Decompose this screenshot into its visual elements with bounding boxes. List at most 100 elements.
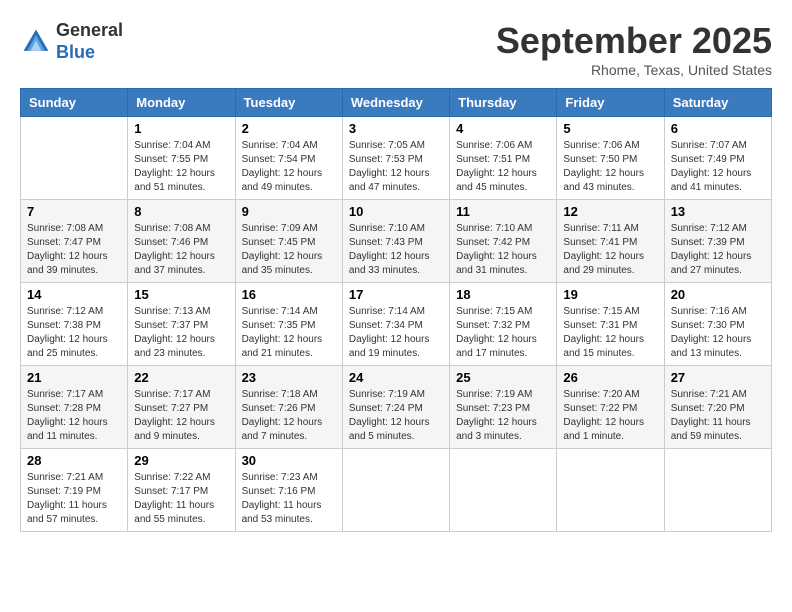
- weekday-header: Friday: [557, 89, 664, 117]
- day-number: 11: [456, 204, 550, 219]
- day-info: Sunrise: 7:18 AMSunset: 7:26 PMDaylight:…: [242, 388, 336, 444]
- calendar-cell: 1 Sunrise: 7:04 AMSunset: 7:55 PMDaylight…: [128, 117, 235, 200]
- day-number: 28: [27, 453, 121, 468]
- weekday-header: Tuesday: [235, 89, 342, 117]
- calendar-cell: 3 Sunrise: 7:05 AMSunset: 7:53 PMDaylight…: [342, 117, 449, 200]
- day-number: 5: [563, 121, 657, 136]
- day-number: 12: [563, 204, 657, 219]
- calendar-week-row: 7 Sunrise: 7:08 AMSunset: 7:47 PMDaylight…: [21, 200, 772, 283]
- day-number: 25: [456, 370, 550, 385]
- calendar-cell: [450, 449, 557, 532]
- day-info: Sunrise: 7:08 AMSunset: 7:47 PMDaylight:…: [27, 222, 121, 278]
- weekday-header: Sunday: [21, 89, 128, 117]
- day-info: Sunrise: 7:10 AMSunset: 7:43 PMDaylight:…: [349, 222, 443, 278]
- day-info: Sunrise: 7:06 AMSunset: 7:51 PMDaylight:…: [456, 139, 550, 195]
- day-number: 19: [563, 287, 657, 302]
- day-info: Sunrise: 7:23 AMSunset: 7:16 PMDaylight:…: [242, 471, 336, 527]
- calendar-cell: 16 Sunrise: 7:14 AMSunset: 7:35 PMDayligh…: [235, 283, 342, 366]
- calendar-cell: 28 Sunrise: 7:21 AMSunset: 7:19 PMDayligh…: [21, 449, 128, 532]
- day-number: 24: [349, 370, 443, 385]
- day-number: 29: [134, 453, 228, 468]
- calendar-cell: [557, 449, 664, 532]
- calendar-cell: 18 Sunrise: 7:15 AMSunset: 7:32 PMDayligh…: [450, 283, 557, 366]
- day-number: 3: [349, 121, 443, 136]
- day-number: 15: [134, 287, 228, 302]
- calendar-cell: 9Sunrise: 7:09 AMSunset: 7:45 PMDaylight…: [235, 200, 342, 283]
- weekday-header: Thursday: [450, 89, 557, 117]
- calendar-cell: 11 Sunrise: 7:10 AMSunset: 7:42 PMDayligh…: [450, 200, 557, 283]
- calendar-cell: 13 Sunrise: 7:12 AMSunset: 7:39 PMDayligh…: [664, 200, 771, 283]
- day-number: 16: [242, 287, 336, 302]
- calendar-cell: 8 Sunrise: 7:08 AMSunset: 7:46 PMDaylight…: [128, 200, 235, 283]
- calendar-cell: 17 Sunrise: 7:14 AMSunset: 7:34 PMDayligh…: [342, 283, 449, 366]
- calendar-cell: [342, 449, 449, 532]
- day-info: Sunrise: 7:14 AMSunset: 7:35 PMDaylight:…: [242, 305, 336, 361]
- day-info: Sunrise: 7:07 AMSunset: 7:49 PMDaylight:…: [671, 139, 765, 195]
- calendar-cell: 4 Sunrise: 7:06 AMSunset: 7:51 PMDaylight…: [450, 117, 557, 200]
- day-number: 14: [27, 287, 121, 302]
- calendar-table: SundayMondayTuesdayWednesdayThursdayFrid…: [20, 88, 772, 532]
- day-info: Sunrise: 7:13 AMSunset: 7:37 PMDaylight:…: [134, 305, 228, 361]
- day-number: 2: [242, 121, 336, 136]
- logo: General Blue: [20, 20, 123, 63]
- day-info: Sunrise: 7:09 AMSunset: 7:45 PMDaylight:…: [242, 222, 336, 278]
- day-number: 23: [242, 370, 336, 385]
- day-number: 1: [134, 121, 228, 136]
- day-number: 4: [456, 121, 550, 136]
- calendar-week-row: 21 Sunrise: 7:17 AMSunset: 7:28 PMDayligh…: [21, 366, 772, 449]
- calendar-cell: 2Sunrise: 7:04 AMSunset: 7:54 PMDaylight…: [235, 117, 342, 200]
- calendar-week-row: 14Sunrise: 7:12 AMSunset: 7:38 PMDayligh…: [21, 283, 772, 366]
- day-info: Sunrise: 7:17 AMSunset: 7:28 PMDaylight:…: [27, 388, 121, 444]
- day-info: Sunrise: 7:21 AMSunset: 7:19 PMDaylight:…: [27, 471, 121, 527]
- day-info: Sunrise: 7:20 AMSunset: 7:22 PMDaylight:…: [563, 388, 657, 444]
- calendar-cell: 19 Sunrise: 7:15 AMSunset: 7:31 PMDayligh…: [557, 283, 664, 366]
- day-number: 7: [27, 204, 121, 219]
- day-info: Sunrise: 7:14 AMSunset: 7:34 PMDaylight:…: [349, 305, 443, 361]
- calendar-week-row: 1 Sunrise: 7:04 AMSunset: 7:55 PMDaylight…: [21, 117, 772, 200]
- day-info: Sunrise: 7:22 AMSunset: 7:17 PMDaylight:…: [134, 471, 228, 527]
- day-info: Sunrise: 7:15 AMSunset: 7:31 PMDaylight:…: [563, 305, 657, 361]
- logo-blue-text: Blue: [56, 42, 95, 62]
- calendar-cell: 21 Sunrise: 7:17 AMSunset: 7:28 PMDayligh…: [21, 366, 128, 449]
- day-number: 21: [27, 370, 121, 385]
- calendar-cell: 23 Sunrise: 7:18 AMSunset: 7:26 PMDayligh…: [235, 366, 342, 449]
- calendar-cell: 14Sunrise: 7:12 AMSunset: 7:38 PMDayligh…: [21, 283, 128, 366]
- day-info: Sunrise: 7:06 AMSunset: 7:50 PMDaylight:…: [563, 139, 657, 195]
- calendar-cell: 29 Sunrise: 7:22 AMSunset: 7:17 PMDayligh…: [128, 449, 235, 532]
- weekday-header: Saturday: [664, 89, 771, 117]
- title-block: September 2025 Rhome, Texas, United Stat…: [496, 20, 772, 78]
- day-info: Sunrise: 7:08 AMSunset: 7:46 PMDaylight:…: [134, 222, 228, 278]
- day-number: 30: [242, 453, 336, 468]
- day-info: Sunrise: 7:17 AMSunset: 7:27 PMDaylight:…: [134, 388, 228, 444]
- logo-icon: [20, 26, 52, 58]
- calendar-cell: 10 Sunrise: 7:10 AMSunset: 7:43 PMDayligh…: [342, 200, 449, 283]
- day-number: 18: [456, 287, 550, 302]
- day-info: Sunrise: 7:15 AMSunset: 7:32 PMDaylight:…: [456, 305, 550, 361]
- day-info: Sunrise: 7:05 AMSunset: 7:53 PMDaylight:…: [349, 139, 443, 195]
- calendar-cell: 20 Sunrise: 7:16 AMSunset: 7:30 PMDayligh…: [664, 283, 771, 366]
- day-info: Sunrise: 7:12 AMSunset: 7:39 PMDaylight:…: [671, 222, 765, 278]
- day-info: Sunrise: 7:10 AMSunset: 7:42 PMDaylight:…: [456, 222, 550, 278]
- day-number: 10: [349, 204, 443, 219]
- weekday-header: Wednesday: [342, 89, 449, 117]
- day-number: 17: [349, 287, 443, 302]
- calendar-cell: 12Sunrise: 7:11 AMSunset: 7:41 PMDayligh…: [557, 200, 664, 283]
- day-info: Sunrise: 7:16 AMSunset: 7:30 PMDaylight:…: [671, 305, 765, 361]
- page-header: General Blue September 2025 Rhome, Texas…: [20, 20, 772, 78]
- calendar-cell: 5 Sunrise: 7:06 AMSunset: 7:50 PMDaylight…: [557, 117, 664, 200]
- weekday-header: Monday: [128, 89, 235, 117]
- weekday-header-row: SundayMondayTuesdayWednesdayThursdayFrid…: [21, 89, 772, 117]
- day-info: Sunrise: 7:04 AMSunset: 7:55 PMDaylight:…: [134, 139, 228, 195]
- calendar-cell: 30 Sunrise: 7:23 AMSunset: 7:16 PMDayligh…: [235, 449, 342, 532]
- day-info: Sunrise: 7:19 AMSunset: 7:24 PMDaylight:…: [349, 388, 443, 444]
- day-number: 27: [671, 370, 765, 385]
- day-number: 20: [671, 287, 765, 302]
- day-number: 6: [671, 121, 765, 136]
- logo-general-text: General: [56, 20, 123, 40]
- day-number: 8: [134, 204, 228, 219]
- calendar-cell: 24 Sunrise: 7:19 AMSunset: 7:24 PMDayligh…: [342, 366, 449, 449]
- day-number: 13: [671, 204, 765, 219]
- location: Rhome, Texas, United States: [496, 62, 772, 78]
- calendar-cell: 15 Sunrise: 7:13 AMSunset: 7:37 PMDayligh…: [128, 283, 235, 366]
- calendar-cell: 7 Sunrise: 7:08 AMSunset: 7:47 PMDaylight…: [21, 200, 128, 283]
